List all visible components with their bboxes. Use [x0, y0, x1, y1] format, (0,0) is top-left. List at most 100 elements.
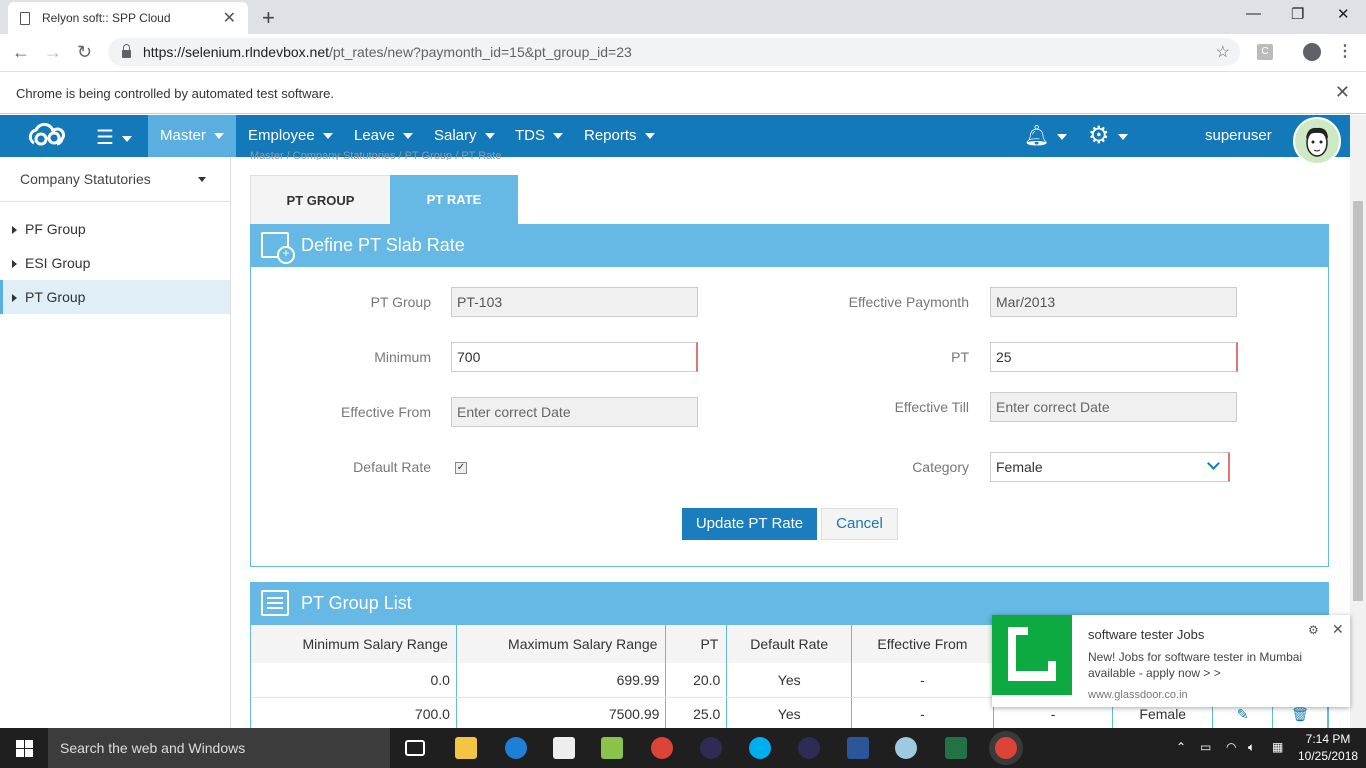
address-bar[interactable]: https://selenium.rlndevbox.net/pt_rates/…	[108, 38, 1240, 66]
notification-toast[interactable]: software tester Jobs New! Jobs for softw…	[992, 615, 1350, 707]
effective-paymonth-field[interactable]: Mar/2013	[990, 287, 1237, 317]
hamburger-menu-icon[interactable]: ☰	[96, 125, 132, 150]
task-view-icon[interactable]	[405, 740, 425, 756]
toast-settings-icon[interactable]: ⚙	[1308, 623, 1319, 637]
chrome-active-icon[interactable]	[995, 737, 1017, 759]
toast-title: software tester Jobs	[1088, 627, 1205, 642]
battery-icon[interactable]: ▭	[1200, 740, 1211, 754]
tray-chevron-icon[interactable]: ⌃	[1176, 740, 1186, 754]
nav-master[interactable]: Master	[148, 115, 236, 157]
avatar[interactable]	[1293, 117, 1341, 165]
column-header[interactable]: PT	[665, 625, 728, 663]
table-cell: -	[851, 697, 994, 728]
column-header[interactable]: Default Rate	[726, 625, 853, 663]
default-rate-checkbox[interactable]: ✓	[455, 462, 467, 474]
toast-body: New! Jobs for software tester in Mumbai …	[1088, 650, 1303, 680]
form-add-icon	[261, 232, 295, 264]
chrome-icon[interactable]	[651, 737, 673, 759]
caret-right-icon	[12, 260, 17, 268]
system-clock[interactable]: 7:14 PM 10/25/2018	[1298, 731, 1358, 765]
effective-till-input[interactable]: Enter correct Date	[990, 392, 1237, 422]
tab-close-icon[interactable]: ✕	[223, 8, 236, 28]
update-pt-rate-button[interactable]: Update PT Rate	[682, 508, 817, 540]
tab-pt-rate[interactable]: PT RATE	[390, 175, 518, 224]
list-icon	[261, 590, 289, 616]
browser-tab[interactable]: Relyon soft:: SPP Cloud ✕	[8, 2, 248, 34]
cancel-button[interactable]: Cancel	[821, 508, 898, 540]
tab-pt-group[interactable]: PT GROUP	[250, 175, 391, 224]
volume-icon[interactable]: 🔈︎	[1248, 740, 1255, 755]
app-icon[interactable]	[601, 737, 623, 759]
forward-icon[interactable]: →	[44, 42, 62, 63]
nav-tds[interactable]: TDS	[503, 115, 575, 157]
panel-header: Define PT Slab Rate	[251, 225, 1328, 267]
infobar-close-icon[interactable]: ✕	[1335, 82, 1350, 103]
browser-tab-strip: Relyon soft:: SPP Cloud ✕ + — ❐ ✕	[0, 0, 1366, 34]
table-cell: Yes	[726, 663, 853, 698]
caret-right-icon	[12, 294, 17, 302]
breadcrumb: Master / Company Statutories / PT Group …	[250, 150, 502, 160]
paint-icon[interactable]	[895, 737, 917, 759]
caret-right-icon	[12, 226, 17, 234]
scrollbar-thumb[interactable]	[1353, 201, 1363, 601]
profile-icon[interactable]	[1303, 43, 1321, 61]
chevron-down-icon	[198, 177, 206, 182]
minimize-icon[interactable]: —	[1246, 5, 1261, 22]
eclipse-icon[interactable]	[798, 737, 820, 759]
table-cell: Yes	[726, 697, 853, 728]
category-value: Female	[996, 459, 1043, 475]
infobar-text: Chrome is being controlled by automated …	[16, 86, 334, 101]
toast-source: www.glassdoor.co.in	[1088, 689, 1188, 701]
column-header[interactable]: Maximum Salary Range	[456, 625, 667, 663]
back-icon[interactable]: ←	[12, 42, 30, 63]
excel-icon[interactable]	[945, 737, 967, 759]
toast-close-icon[interactable]: ✕	[1332, 621, 1344, 638]
effective-from-label: Effective From	[341, 404, 431, 420]
maximize-icon[interactable]: ❐	[1291, 5, 1304, 23]
pt-group-field[interactable]: PT-103	[451, 287, 698, 317]
reload-icon[interactable]: ↻	[77, 42, 92, 63]
app-logo-icon[interactable]	[24, 121, 72, 151]
table-cell: -	[851, 663, 994, 698]
pt-label: PT	[951, 349, 969, 365]
windows-start-icon[interactable]	[16, 740, 33, 757]
file-explorer-icon[interactable]	[455, 737, 477, 759]
column-header[interactable]: Effective From	[851, 625, 994, 663]
edge-icon[interactable]	[505, 737, 527, 759]
extension-icon[interactable]: C	[1257, 44, 1273, 60]
wifi-icon[interactable]: ◠	[1226, 740, 1236, 754]
sidebar-item-pt-group[interactable]: PT Group	[0, 280, 230, 314]
tab-title: Relyon soft:: SPP Cloud	[42, 11, 171, 25]
eclipse-icon[interactable]	[700, 737, 722, 759]
page-icon	[20, 11, 30, 25]
app-navbar: ☰ Master Employee Leave Salary TDS Repor…	[0, 115, 1350, 165]
new-tab-icon[interactable]: +	[262, 5, 275, 31]
notifications-bell-icon[interactable]: 🔔︎	[1024, 123, 1068, 148]
category-select[interactable]: Female	[990, 452, 1230, 482]
word-icon[interactable]	[847, 737, 869, 759]
nav-reports[interactable]: Reports	[572, 115, 667, 157]
effective-paymonth-label: Effective Paymonth	[848, 294, 969, 310]
effective-from-input[interactable]: Enter correct Date	[451, 397, 698, 427]
column-header[interactable]: Minimum Salary Range	[251, 625, 457, 663]
sidebar-item-pf-group[interactable]: PF Group	[0, 212, 230, 246]
effective-till-label: Effective Till	[894, 399, 969, 415]
minimum-input[interactable]: 700	[451, 342, 698, 372]
page-scrollbar[interactable]	[1350, 115, 1366, 728]
taskbar-search[interactable]: Search the web and Windows	[48, 728, 390, 768]
bookmark-star-icon[interactable]: ☆	[1216, 42, 1230, 62]
url-path: /pt_rates/new?paymonth_id=15&pt_group_id…	[329, 44, 632, 60]
clock-time: 7:14 PM	[1305, 732, 1351, 746]
settings-gear-icon[interactable]: ⚙	[1088, 121, 1128, 150]
browser-menu-icon[interactable]: ⋮	[1337, 41, 1353, 61]
skype-icon[interactable]	[749, 737, 771, 759]
default-rate-label: Default Rate	[353, 459, 431, 475]
username[interactable]: superuser	[1205, 115, 1272, 157]
store-icon[interactable]	[553, 737, 575, 759]
sidebar-item-esi-group[interactable]: ESI Group	[0, 246, 230, 280]
keyboard-icon[interactable]: ▦	[1272, 740, 1283, 754]
sidebar-heading[interactable]: Company Statutories	[0, 157, 230, 202]
table-cell: 0.0	[251, 663, 457, 698]
pt-input[interactable]: 25	[990, 342, 1238, 372]
window-close-icon[interactable]: ✕	[1337, 5, 1350, 23]
